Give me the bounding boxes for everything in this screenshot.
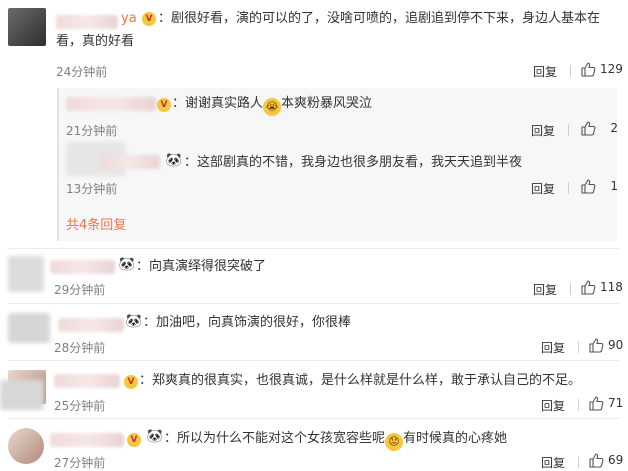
comment-text: ：加油吧，向真饰演的很好，你很棒 [143,315,352,330]
like-button[interactable]: 1 [580,178,618,194]
username-blurred[interactable] [100,155,160,169]
vip-badge-icon: V [124,375,138,389]
vip-badge-icon: V [127,433,141,447]
comment-text-line2: 看，真的好看 [56,34,135,49]
divider [570,65,571,77]
divider [568,124,569,136]
like-count: 129 [600,62,623,76]
avatar[interactable] [8,428,44,464]
divider [8,418,620,419]
reply-text: ：谢谢真实路人 😭 本爽粉暴风哭泣 [172,93,372,116]
comment-time: 28分钟前 [54,341,106,355]
username-suffix[interactable]: ya [121,8,137,30]
reply-text-part2: 本爽粉暴风哭泣 [281,96,373,111]
reply-time: 21分钟前 [66,124,118,138]
divider [578,341,579,353]
reply-button[interactable]: 回复 [541,397,565,414]
like-button[interactable]: 129 [580,61,623,77]
more-replies-link[interactable]: 共4条回复 [66,214,126,233]
comment-text-part1: ：所以为什么不能对这个女孩宽容些呢 [164,431,386,446]
comment-time: 25分钟前 [54,399,106,413]
comment-text: ：剧很好看，演的可以的了，没啥可喷的，追剧追到停不下来，身边人基本在 [158,11,601,26]
thumbs-up-icon [589,396,604,411]
divider [578,456,579,468]
reply-button[interactable]: 回复 [531,122,555,139]
thumbs-up-icon [589,338,604,353]
divider [8,248,620,249]
like-button[interactable]: 118 [580,279,623,295]
panda-emoji-icon: 🐼 [118,257,136,272]
sub-reply-border [57,88,59,241]
divider [8,360,620,361]
comment-time: 24分钟前 [56,65,108,79]
like-count: 1 [610,179,618,193]
thumbs-up-icon [581,121,596,136]
username-blurred[interactable] [54,374,120,388]
panda-emoji-icon: 🐼 [146,429,164,444]
avatar[interactable] [8,8,46,46]
panda-emoji-icon: 🐼 [125,314,143,329]
thumbs-up-icon [581,280,596,295]
avatar-blurred[interactable] [8,256,44,292]
crying-face-emoji: 😭 [263,98,282,116]
reply-button[interactable]: 回复 [541,339,565,356]
avatar-blurred[interactable] [0,380,44,410]
like-button[interactable]: 2 [580,120,618,136]
thumbs-up-icon [581,179,596,194]
reply-time: 13分钟前 [66,182,118,196]
like-count: 118 [600,280,623,294]
thumbs-up-icon [589,453,604,468]
like-count: 2 [610,121,618,135]
divider [8,303,620,304]
comment-text: ：郑爽真的很真实，也很真诚，是什么样就是什么样，敢于承认自己的不足。 [139,373,582,388]
comment-text: ：所以为什么不能对这个女孩宽容些呢 😟 有时候真的心疼她 [164,428,507,451]
avatar-blurred[interactable] [8,313,50,343]
reply-button[interactable]: 回复 [541,454,565,471]
like-button[interactable]: 90 [588,337,623,353]
comment-time: 29分钟前 [54,283,106,297]
vip-badge-icon: V [157,98,171,112]
comment-time: 27分钟前 [54,456,106,470]
panda-emoji-icon: 🐼 [165,153,183,168]
like-count: 90 [608,338,624,352]
thumbs-up-icon [581,62,596,77]
reply-button[interactable]: 回复 [533,63,557,80]
username-blurred[interactable] [50,433,124,447]
reply-text-part1: ：谢谢真实路人 [172,96,264,111]
divider [568,182,569,194]
vip-badge-icon: V [142,12,156,26]
reply-text: ：这部剧真的不错，我身边也很多朋友看，我天天追到半夜 [184,155,523,170]
username-blurred[interactable] [56,15,118,29]
divider [578,399,579,411]
comment-text: ：向真演绎得很突破了 [136,259,267,274]
like-button[interactable]: 69 [588,452,623,468]
username-blurred[interactable] [66,97,156,111]
comment-text-part2: 有时候真的心疼她 [403,431,508,446]
username-blurred[interactable] [58,318,124,332]
worried-face-emoji: 😟 [385,433,404,451]
username-blurred[interactable] [50,260,115,274]
reply-button[interactable]: 回复 [533,281,557,298]
like-count: 71 [608,396,624,410]
divider [570,283,571,295]
reply-button[interactable]: 回复 [531,180,555,197]
like-button[interactable]: 71 [588,395,623,411]
like-count: 69 [608,453,624,467]
